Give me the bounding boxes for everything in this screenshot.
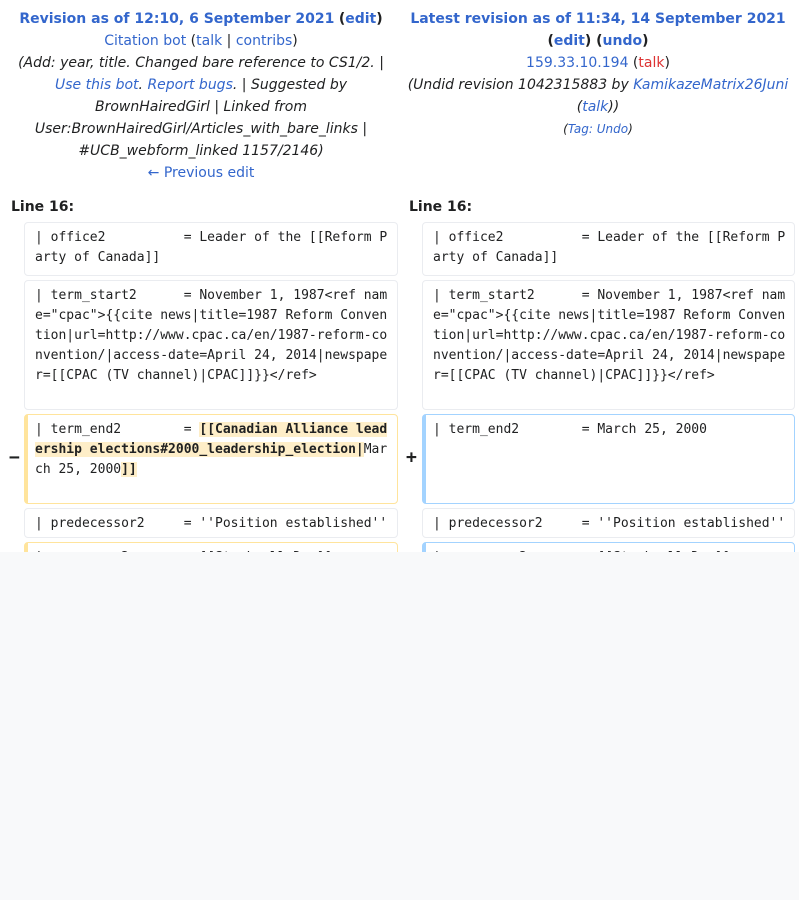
undo-link[interactable]: undo [603,33,643,49]
ip-talk-link[interactable]: talk [638,55,664,71]
new-revision-user: 159.33.10.194 (talk) [526,55,670,71]
old-revision-link[interactable]: Revision as of 12:10, 6 September 2021 [19,11,334,27]
deleted-inline-close: ]] [121,462,137,477]
old-revision-header: Revision as of 12:10, 6 September 2021 (… [10,8,392,184]
deleted-line-prefix: | term_end2 = [35,422,200,437]
previous-edit-link[interactable]: ← Previous edit [148,165,255,181]
old-revision-title: Revision as of 12:10, 6 September 2021 (… [19,11,383,27]
context-line-right: | predecessor2 = ''Position established'… [422,508,795,538]
report-bugs-link[interactable]: Report bugs [147,77,232,93]
old-contribs-link[interactable]: contribs [236,33,292,49]
old-revision-user: Citation bot (talk | contribs) [104,33,298,49]
line-label-right: Line 16: [409,199,473,215]
context-line-left: | term_start2 = November 1, 1987<ref nam… [24,280,398,410]
ip-user-link[interactable]: 159.33.10.194 [526,55,628,71]
new-summary-prefix: (Undid revision 1042315883 by [407,77,634,93]
tag-undo-link[interactable]: Undo [597,122,628,136]
added-line-partial: | successor2 = [[Stockwell Day]] [422,542,795,552]
new-revision-link[interactable]: Latest revision as of 11:34, 14 Septembe… [410,11,785,27]
line-label-left: Line 16: [11,199,75,215]
added-line: | term_end2 = March 25, 2000 [422,414,795,504]
old-summary-prefix: (Add: year, title. Changed bare referenc… [18,55,384,71]
tags-link[interactable]: Tag: [568,122,597,136]
deleted-line: | term_end2 = [[Canadian Alliance leader… [24,414,398,504]
summary-user-link[interactable]: KamikazeMatrix26Juni [633,77,788,93]
new-edit-link[interactable]: edit [554,33,585,49]
old-edit-summary: (Add: year, title. Changed bare referenc… [18,55,384,159]
deleted-line-marker: − [9,447,20,468]
summary-talk-link[interactable]: talk [582,99,608,115]
old-user-link[interactable]: Citation bot [104,33,186,49]
new-revision-header: Latest revision as of 11:34, 14 Septembe… [402,8,794,140]
context-line-left: | predecessor2 = ''Position established'… [24,508,398,538]
context-line-left: | office2 = Leader of the [[Reform Party… [24,222,398,276]
tag-line: (Tag: Undo) [563,122,633,136]
new-revision-title: Latest revision as of 11:34, 14 Septembe… [402,8,794,30]
use-bot-link[interactable]: Use this bot [55,77,139,93]
diff-viewport: Revision as of 12:10, 6 September 2021 (… [0,0,799,552]
deleted-line-partial: | successor2 = [[Stockwell Day]] [24,542,398,552]
new-edit-summary: (Undid revision 1042315883 by KamikazeMa… [407,77,789,115]
context-line-right: | office2 = Leader of the [[Reform Party… [422,222,795,276]
old-talk-link[interactable]: talk [196,33,222,49]
context-line-right: | term_start2 = November 1, 1987<ref nam… [422,280,795,410]
added-line-marker: + [406,447,417,468]
old-edit-link[interactable]: edit [345,11,376,27]
